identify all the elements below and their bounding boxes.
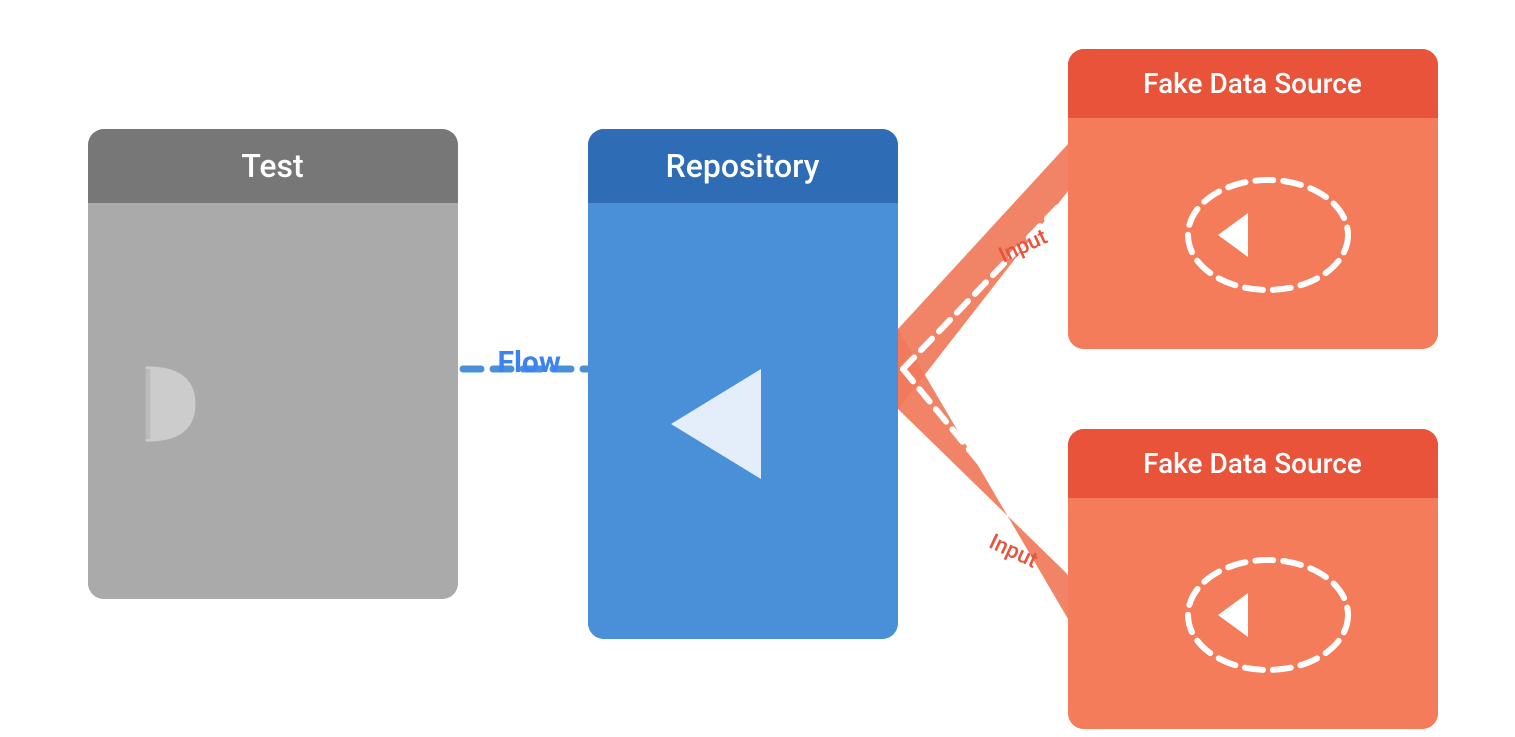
repo-block: Repository xyxy=(588,129,898,639)
test-block: Test xyxy=(88,129,458,599)
fake-source-top-body xyxy=(1068,118,1438,349)
d-shape-icon xyxy=(138,364,198,444)
diagram-container: Test Flow Repository Fake Data Source xyxy=(58,29,1458,709)
test-title: Test xyxy=(241,147,303,185)
fake-source-top-title: Fake Data Source xyxy=(1143,67,1362,100)
test-block-body xyxy=(88,203,458,599)
fake-source-bottom-header: Fake Data Source xyxy=(1068,429,1438,498)
fake-source-top: Fake Data Source xyxy=(1068,49,1438,349)
repo-title: Repository xyxy=(666,147,820,185)
input-label-bottom: Input xyxy=(985,529,1041,573)
fake-source-bottom-title: Fake Data Source xyxy=(1143,447,1362,480)
dashed-circle-arrow-top-icon xyxy=(1143,165,1363,305)
test-block-header: Test xyxy=(88,129,458,203)
triangle-left-icon xyxy=(671,369,761,479)
input-label-top: Input xyxy=(995,224,1051,268)
repo-block-body xyxy=(588,203,898,639)
flow-label: Flow xyxy=(498,345,561,380)
repo-block-header: Repository xyxy=(588,129,898,203)
fake-source-bottom: Fake Data Source xyxy=(1068,429,1438,729)
dashed-circle-arrow-bottom-icon xyxy=(1143,545,1363,685)
d-connector xyxy=(138,364,198,444)
fake-source-bottom-body xyxy=(1068,498,1438,729)
fake-source-top-header: Fake Data Source xyxy=(1068,49,1438,118)
